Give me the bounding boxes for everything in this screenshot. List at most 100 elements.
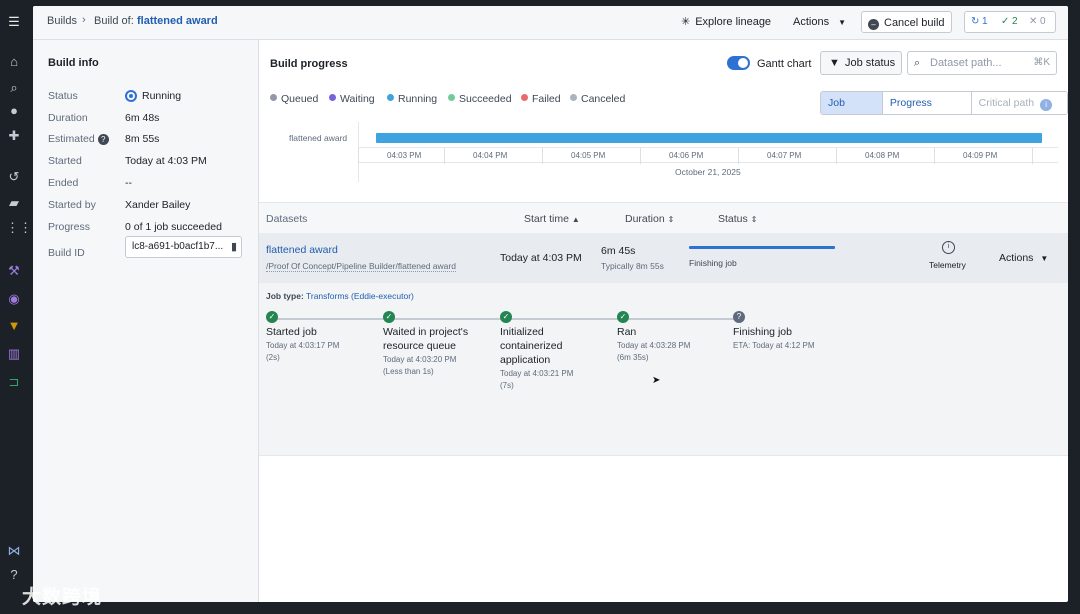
- estimated-value: 8m 55s: [125, 133, 160, 145]
- legend-succeeded: Succeeded: [448, 93, 512, 105]
- breadcrumb-dataset[interactable]: flattened award: [137, 15, 218, 27]
- tick-label: 04:09 PM: [963, 151, 998, 160]
- job-status-filter-label: Job status: [845, 57, 896, 69]
- legend-queued: Queued: [270, 93, 318, 105]
- menu-expand-icon[interactable]: ☰: [6, 14, 22, 30]
- caret-down-icon: ▼: [838, 18, 847, 27]
- running-dot-icon: [387, 94, 394, 101]
- tick-label: 04:05 PM: [571, 151, 606, 160]
- telemetry-icon[interactable]: i: [942, 241, 955, 254]
- step-time: Today at 4:03:21 PM: [500, 369, 574, 378]
- clipboard-icon[interactable]: ▮: [231, 237, 237, 257]
- job-status-counts[interactable]: ↻ 1 ✓ 2 ✕ 0: [964, 11, 1056, 33]
- filter-icon[interactable]: ▼: [6, 318, 22, 334]
- help-icon[interactable]: ?: [6, 567, 22, 583]
- gantt-chart-toggle[interactable]: [727, 56, 750, 70]
- col-status[interactable]: Status ⇕: [718, 213, 757, 225]
- status-label: Status: [48, 90, 78, 102]
- home-icon[interactable]: ⌂: [6, 54, 22, 70]
- dna-icon[interactable]: ⋈: [6, 543, 22, 559]
- failed-dot-icon: [521, 94, 528, 101]
- job-status-filter-button[interactable]: ▼ Job status: [820, 51, 902, 75]
- row-actions-button[interactable]: Actions ▼: [999, 252, 1048, 264]
- step-title: Ran: [617, 326, 637, 338]
- recent-icon[interactable]: ↺: [6, 169, 22, 185]
- tab-job-status[interactable]: Job status: [821, 92, 883, 114]
- legend-failed-label: Failed: [532, 93, 561, 105]
- row-typical-duration: Typically 8m 55s: [601, 261, 664, 271]
- legend-running: Running: [387, 93, 437, 105]
- legend-succeeded-label: Succeeded: [459, 93, 512, 105]
- help-icon[interactable]: ?: [97, 133, 109, 145]
- dataset-name-link[interactable]: flattened award: [266, 244, 338, 256]
- sort-asc-icon: ▲: [571, 215, 580, 224]
- pipeline-icon[interactable]: ⊐: [6, 374, 22, 390]
- succeeded-dot-icon: [448, 94, 455, 101]
- build-progress-panel: Build progress Gantt chart ▼ Job status …: [259, 40, 1068, 602]
- build-info-title: Build info: [48, 57, 99, 69]
- actions-menu-button[interactable]: Actions ▼: [793, 11, 846, 33]
- table-row[interactable]: flattened award /Proof Of Concept/Pipeli…: [259, 233, 1068, 283]
- cancel-build-button[interactable]: – Cancel build: [861, 11, 952, 33]
- ended-label: Ended: [48, 177, 79, 189]
- hammer-icon[interactable]: ⚒: [6, 263, 22, 279]
- view-segmented-control: Job status Progress details Critical pat…: [820, 91, 1068, 115]
- col-status-label: Status: [718, 213, 748, 225]
- gantt-time-axis: 04:03 PM 04:04 PM 04:05 PM 04:06 PM 04:0…: [358, 147, 1058, 164]
- search-icon[interactable]: ⌕: [6, 80, 22, 96]
- sort-icon: ⇕: [750, 215, 758, 224]
- legend-canceled: Canceled: [570, 93, 625, 105]
- chevron-right-icon: ›: [82, 14, 86, 26]
- job-type-value: Transforms (Eddie-executor): [306, 291, 414, 301]
- telemetry-label[interactable]: Telemetry: [929, 260, 966, 270]
- build-id-field[interactable]: lc8-a691-b0acf1b7... ▮: [125, 236, 242, 258]
- step-time: Today at 4:03:17 PM: [266, 341, 340, 350]
- legend-running-label: Running: [398, 93, 438, 105]
- progress-value: 0 of 1 job succeeded: [125, 221, 222, 233]
- chart-icon[interactable]: ▥: [6, 346, 22, 362]
- started-value: Today at 4:03 PM: [125, 155, 207, 167]
- apps-icon[interactable]: ✚: [6, 128, 22, 144]
- explore-lineage-button[interactable]: ✳ Explore lineage: [681, 11, 771, 33]
- gantt-chart: flattened award 04:03 PM 04:04 PM 04:05 …: [259, 122, 1068, 202]
- watermark: 大数跨境: [22, 587, 103, 608]
- gantt-bar-running[interactable]: [376, 133, 1042, 143]
- files-icon[interactable]: ▰: [6, 195, 22, 211]
- step-note: (7s): [500, 381, 514, 390]
- failed-count: 0: [1040, 16, 1046, 27]
- check-circle-icon: ✓: [383, 311, 395, 323]
- tab-progress-details[interactable]: Progress details: [882, 92, 972, 114]
- build-id-label: Build ID: [48, 247, 85, 259]
- started-by-value: Xander Bailey: [125, 199, 191, 211]
- row-progress-bar: [689, 246, 835, 249]
- gantt-date: October 21, 2025: [675, 167, 741, 177]
- tab-critical-path[interactable]: Critical path i: [971, 92, 1067, 114]
- job-type: Job type: Transforms (Eddie-executor): [266, 291, 414, 301]
- grid-icon[interactable]: ⋮⋮: [6, 220, 32, 236]
- col-duration[interactable]: Duration ⇕: [625, 213, 674, 225]
- col-start-time[interactable]: Start time ▲: [524, 213, 580, 225]
- step-time: ETA: Today at 4:12 PM: [733, 341, 815, 350]
- tick-label: 04:07 PM: [767, 151, 802, 160]
- filter-icon: ▼: [829, 57, 840, 69]
- build-progress-title: Build progress: [270, 58, 348, 70]
- check-icon: ✓: [1001, 16, 1010, 27]
- notifications-icon[interactable]: ●: [6, 103, 22, 119]
- inspect-icon[interactable]: ◉: [6, 291, 22, 307]
- app-rail: ☰ ⌂ ⌕ ● ✚ ↺ ▰ ⋮⋮ ⚒ ◉ ▼ ▥ ⊐ ⋈ ?: [0, 0, 32, 614]
- waiting-dot-icon: [329, 94, 336, 101]
- mouse-cursor-icon: ➤: [652, 375, 661, 386]
- datasets-table-header: Datasets Start time ▲ Duration ⇕ Status …: [259, 202, 1068, 233]
- dataset-path[interactable]: /Proof Of Concept/Pipeline Builder/flatt…: [266, 261, 456, 272]
- tick-label: 04:04 PM: [473, 151, 508, 160]
- progress-label: Progress: [48, 221, 91, 233]
- sort-icon: ⇕: [667, 215, 675, 224]
- breadcrumb-builds[interactable]: Builds: [47, 15, 77, 27]
- step-title: Started job: [266, 326, 317, 338]
- job-details: Job type: Transforms (Eddie-executor) ✓ …: [259, 283, 1068, 456]
- row-actions-label: Actions: [999, 252, 1034, 264]
- dataset-path-search[interactable]: ⌕ Dataset path... ⌘K: [907, 51, 1057, 75]
- step-note: (Less than 1s): [383, 367, 434, 376]
- ended-value: --: [125, 177, 132, 189]
- legend-waiting: Waiting: [329, 93, 375, 105]
